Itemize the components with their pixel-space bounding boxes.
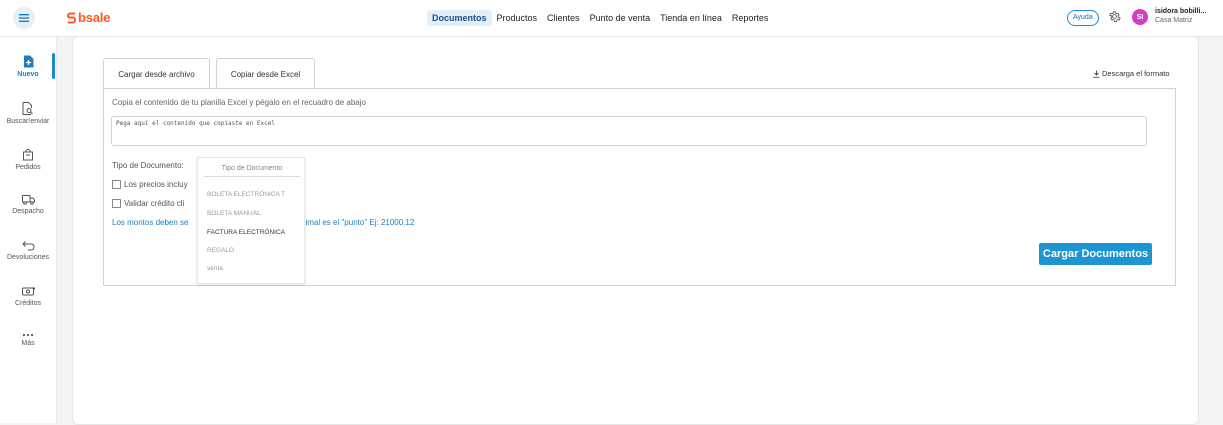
prices-include-label: Los precios incluy [124,180,188,189]
more-icon [22,333,34,337]
sidebar-item-label: Devoluciones [6,254,50,261]
avatar[interactable]: SI [1132,9,1148,25]
amounts-note-start: Los montos deben se [112,218,189,227]
dropdown-option[interactable]: BOLETA MANUAL [207,210,261,217]
dropdown-option[interactable]: venta [207,265,223,272]
sidebar-item-label: Pedidos [15,164,41,171]
sidebar-item-label: Más [21,340,35,347]
sidebar-item-despacho[interactable]: Despacho [0,194,56,215]
top-bar: bsale Documentos Productos Clientes Punt… [0,0,1223,37]
nav-clientes[interactable]: Clientes [542,10,585,26]
download-icon [1093,70,1100,78]
nav-reportes[interactable]: Reportes [727,10,774,26]
tab-copiar-desde-excel[interactable]: Copiar desde Excel [216,58,315,89]
sidebar-item-label: Buscar/enviar [6,118,50,125]
dropdown-option[interactable]: FACTURA ELECTRÓNICA [207,229,285,236]
validate-credit-checkbox[interactable]: Validar crédito cli [112,199,184,208]
tab-cargar-desde-archivo[interactable]: Cargar desde archivo [103,58,210,89]
sidebar-item-pedidos[interactable]: Pedidos [0,148,56,171]
new-document-icon [23,55,33,68]
sidebar-item-nuevo[interactable]: Nuevo [0,55,56,78]
dropdown-option[interactable]: BOLETA ELECTRÓNICA T [207,191,285,198]
credit-icon [21,287,35,296]
download-format-label: Descarga el formato [1102,69,1170,78]
settings-button[interactable] [1108,10,1121,25]
logo[interactable]: bsale [67,10,110,25]
top-nav: Documentos Productos Clientes Punto de v… [427,10,773,26]
user-branch: Casa Matriz [1155,17,1193,24]
prices-include-checkbox[interactable]: Los precios incluy [112,180,188,189]
document-type-label: Tipo de Documento: [112,161,184,170]
load-documents-button[interactable]: Cargar Documentos [1039,243,1152,265]
hamburger-icon [19,14,29,22]
sidebar-item-devoluciones[interactable]: Devoluciones [0,240,56,261]
dropdown-header[interactable]: Tipo de Documento [204,162,300,177]
sidebar-item-buscar-enviar[interactable]: Buscar/enviar [0,102,56,125]
checkbox-box[interactable] [112,199,121,208]
instructions: Copia el contenido de tu planilla Excel … [112,98,366,107]
sidebar-item-label: Despacho [12,208,44,215]
nav-tienda-en-linea[interactable]: Tienda en línea [655,10,727,26]
sidebar-item-label: Nuevo [17,71,39,78]
nav-punto-de-venta[interactable]: Punto de venta [585,10,656,26]
logo-text: bsale [78,10,111,25]
search-document-icon [22,102,33,115]
user-name[interactable]: isidora bobilli... [1155,8,1206,15]
validate-credit-label: Validar crédito cli [124,199,185,208]
help-button[interactable]: Ayuda [1067,10,1099,26]
sidebar-item-label: Créditos [14,300,42,307]
amounts-note-end: ecimal es el "punto" Ej: 21000.12 [297,218,415,227]
sidebar: Nuevo Buscar/enviar Pedidos Despacho Dev… [0,37,57,423]
download-format-link[interactable]: Descarga el formato [1093,69,1170,78]
document-type-dropdown: Tipo de Documento BOLETA ELECTRÓNICA T B… [197,157,305,284]
bag-icon [23,148,33,161]
nav-documentos[interactable]: Documentos [427,10,492,26]
gear-icon [1109,11,1121,22]
sidebar-item-mas[interactable]: Más [0,333,56,347]
menu-button[interactable] [13,7,35,29]
excel-panel: Copia el contenido de tu planilla Excel … [103,88,1176,286]
checkbox-box[interactable] [112,180,121,189]
return-arrow-icon [21,241,35,251]
dropdown-option[interactable]: REGALO [207,247,234,254]
logo-icon [67,12,76,23]
nav-productos[interactable]: Productos [492,10,543,26]
sidebar-item-creditos[interactable]: Créditos [0,286,56,307]
truck-icon [21,195,35,205]
paste-textarea[interactable]: Pega aquí el contenido que copiaste en E… [111,116,1147,146]
main-content: Cargar desde archivo Copiar desde Excel … [72,36,1199,425]
